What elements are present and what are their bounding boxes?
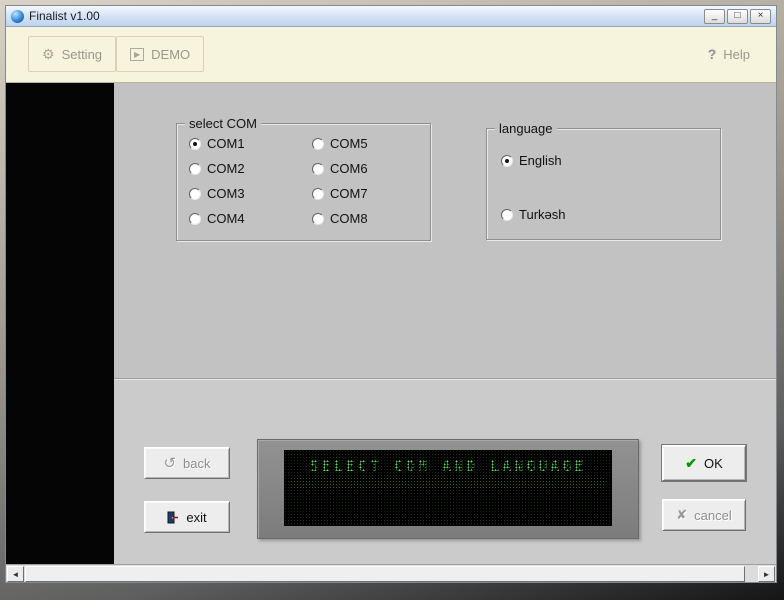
radio-com1-label: COM1: [207, 136, 245, 151]
exit-button-label: exit: [186, 510, 206, 525]
radio-indicator: [501, 209, 513, 221]
led-screen: SELECT COM AND LANGUAGE: [284, 450, 612, 526]
scroll-left-button[interactable]: ◄: [7, 566, 24, 582]
radio-indicator: [189, 138, 201, 150]
radio-indicator: [189, 188, 201, 200]
language-group: language English Turkəsh: [486, 128, 721, 240]
maximize-button[interactable]: □: [727, 9, 748, 24]
client-area: select COM COM1 COM2 COM3 COM4 COM5 COM6…: [6, 83, 776, 564]
radio-indicator: [189, 163, 201, 175]
app-icon: [11, 10, 24, 23]
radio-com5[interactable]: COM5: [312, 136, 368, 151]
x-icon: ✘: [676, 507, 687, 523]
scroll-right-icon: ►: [763, 570, 771, 579]
gear-icon: ⚙: [42, 46, 55, 63]
window-frame: Finalist v1.00 _ □ × ⚙ Setting ▶ DEMO ? …: [0, 0, 784, 600]
maximize-icon: □: [734, 10, 740, 21]
scroll-left-icon: ◄: [12, 570, 20, 579]
lower-panel: ↺ back exit SELECT CO: [114, 378, 776, 564]
toolbar: ⚙ Setting ▶ DEMO ? Help: [6, 27, 776, 83]
window-title: Finalist v1.00: [29, 9, 100, 23]
radio-indicator: [312, 188, 324, 200]
setting-button[interactable]: ⚙ Setting: [28, 36, 116, 72]
radio-indicator: [312, 138, 324, 150]
close-icon: ×: [758, 10, 764, 21]
back-button-label: back: [183, 456, 210, 471]
radio-turkish-label: Turkəsh: [519, 207, 565, 222]
radio-turkish[interactable]: Turkəsh: [501, 207, 565, 222]
caption-buttons: _ □ ×: [704, 9, 771, 24]
select-com-group: select COM COM1 COM2 COM3 COM4 COM5 COM6…: [176, 123, 431, 241]
ok-button[interactable]: ✔ OK: [662, 445, 746, 481]
exit-door-icon: [167, 511, 179, 524]
back-button[interactable]: ↺ back: [144, 447, 230, 479]
radio-com8[interactable]: COM8: [312, 211, 368, 226]
help-button-label: Help: [723, 47, 750, 62]
help-icon: ?: [708, 46, 717, 62]
setting-button-label: Setting: [62, 47, 102, 62]
ok-button-label: OK: [704, 456, 723, 471]
led-text: SELECT COM AND LANGUAGE: [284, 457, 612, 475]
led-dim-row: [290, 477, 606, 489]
demo-button-label: DEMO: [151, 47, 190, 62]
radio-indicator: [501, 155, 513, 167]
radio-indicator: [312, 213, 324, 225]
radio-com2[interactable]: COM2: [189, 161, 245, 176]
content-area: select COM COM1 COM2 COM3 COM4 COM5 COM6…: [114, 83, 776, 564]
radio-com3-label: COM3: [207, 186, 245, 201]
demo-button[interactable]: ▶ DEMO: [116, 36, 204, 72]
minimize-button[interactable]: _: [704, 9, 725, 24]
check-icon: ✔: [685, 455, 697, 472]
radio-english[interactable]: English: [501, 153, 562, 168]
upper-panel: select COM COM1 COM2 COM3 COM4 COM5 COM6…: [114, 83, 776, 378]
radio-com5-label: COM5: [330, 136, 368, 151]
cancel-button-label: cancel: [694, 508, 732, 523]
play-icon: ▶: [130, 48, 144, 61]
exit-button[interactable]: exit: [144, 501, 230, 533]
radio-com6[interactable]: COM6: [312, 161, 368, 176]
left-black-panel: [6, 83, 114, 564]
back-icon: ↺: [163, 454, 176, 472]
led-display: SELECT COM AND LANGUAGE: [257, 439, 639, 539]
scrollbar-thumb[interactable]: [25, 566, 745, 582]
radio-com6-label: COM6: [330, 161, 368, 176]
radio-com7[interactable]: COM7: [312, 186, 368, 201]
app-window: Finalist v1.00 _ □ × ⚙ Setting ▶ DEMO ? …: [5, 5, 777, 583]
titlebar: Finalist v1.00 _ □ ×: [6, 6, 776, 27]
help-button[interactable]: ? Help: [694, 36, 764, 72]
radio-indicator: [312, 163, 324, 175]
minimize-icon: _: [712, 10, 718, 21]
close-button[interactable]: ×: [750, 9, 771, 24]
language-group-title: language: [495, 121, 557, 136]
radio-com1[interactable]: COM1: [189, 136, 245, 151]
radio-com4[interactable]: COM4: [189, 211, 245, 226]
cancel-button[interactable]: ✘ cancel: [662, 499, 746, 531]
radio-com3[interactable]: COM3: [189, 186, 245, 201]
select-com-group-title: select COM: [185, 116, 261, 131]
radio-english-label: English: [519, 153, 562, 168]
radio-com4-label: COM4: [207, 211, 245, 226]
radio-com8-label: COM8: [330, 211, 368, 226]
horizontal-scrollbar: ◄ ►: [6, 564, 776, 582]
radio-com7-label: COM7: [330, 186, 368, 201]
scroll-right-button[interactable]: ►: [758, 566, 775, 582]
radio-com2-label: COM2: [207, 161, 245, 176]
radio-indicator: [189, 213, 201, 225]
